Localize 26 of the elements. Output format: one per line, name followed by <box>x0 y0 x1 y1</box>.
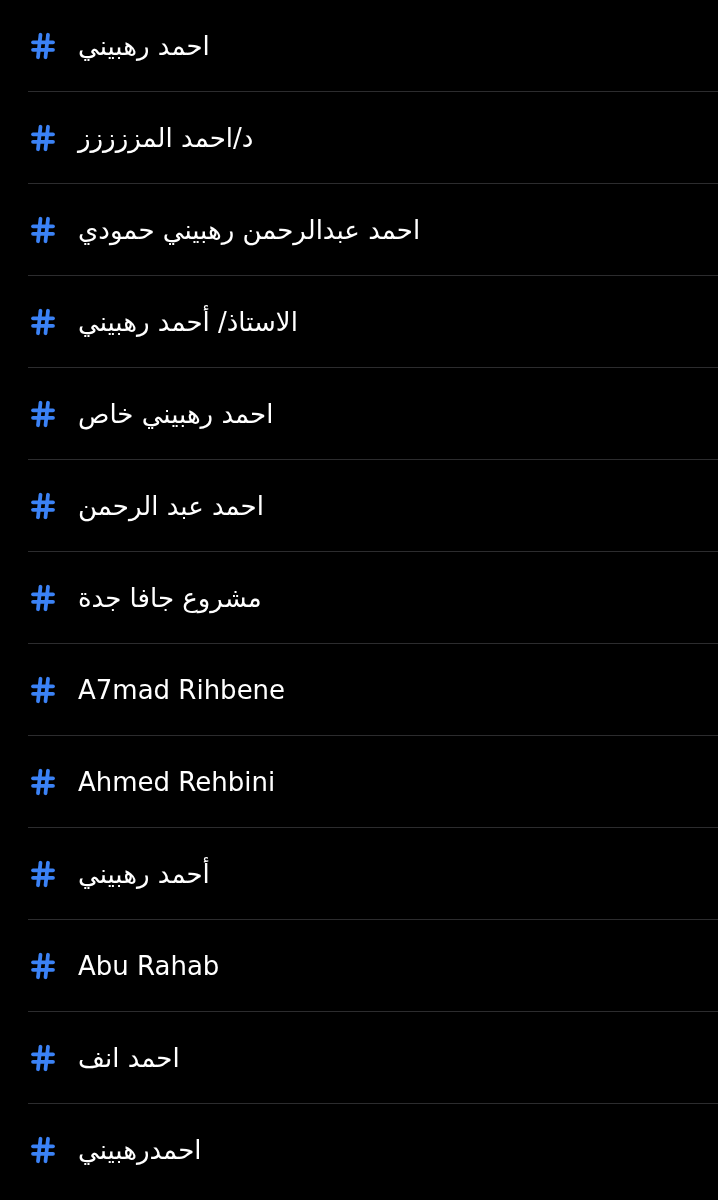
hash-icon <box>28 30 58 61</box>
hash-icon <box>28 214 58 245</box>
hash-icon <box>28 582 58 613</box>
hash-icon <box>28 950 58 981</box>
hashtag-label[interactable]: احمد رهبيني خاص <box>78 396 274 431</box>
hash-icon <box>28 1135 58 1165</box>
hashtag-label[interactable]: احمد عبد الرحمن <box>78 488 264 523</box>
hashtag-label[interactable]: مشروع جافا جدة <box>78 580 262 615</box>
hashtag-label[interactable]: احمد انف <box>78 1040 180 1075</box>
hashtag-label[interactable]: A7mad Rihbene <box>78 672 286 707</box>
hash-icon <box>28 766 58 797</box>
hashtag-label[interactable]: احمد رهبيني <box>78 28 210 63</box>
hash-icon <box>28 398 58 429</box>
hashtag-label[interactable]: د/احمد المززززز <box>78 120 254 155</box>
hash-icon <box>28 490 58 521</box>
hashtag-label[interactable]: Ahmed Rehbini <box>78 764 276 799</box>
hashtag-label[interactable]: Abu Rahab <box>78 948 220 983</box>
hashtag-label[interactable]: الاستاذ/ أحمد رهبيني <box>78 304 298 339</box>
hashtag-label[interactable]: احمدرهبيني <box>78 1133 202 1167</box>
hash-icon <box>28 674 58 705</box>
hash-icon <box>28 306 58 337</box>
hash-icon <box>28 122 58 153</box>
hash-icon <box>28 858 58 889</box>
hash-icon <box>28 1042 58 1073</box>
hashtag-label[interactable]: احمد عبدالرحمن رهبيني حمودي <box>78 212 421 247</box>
hashtag-label[interactable]: أحمد رهبيني <box>78 856 210 891</box>
